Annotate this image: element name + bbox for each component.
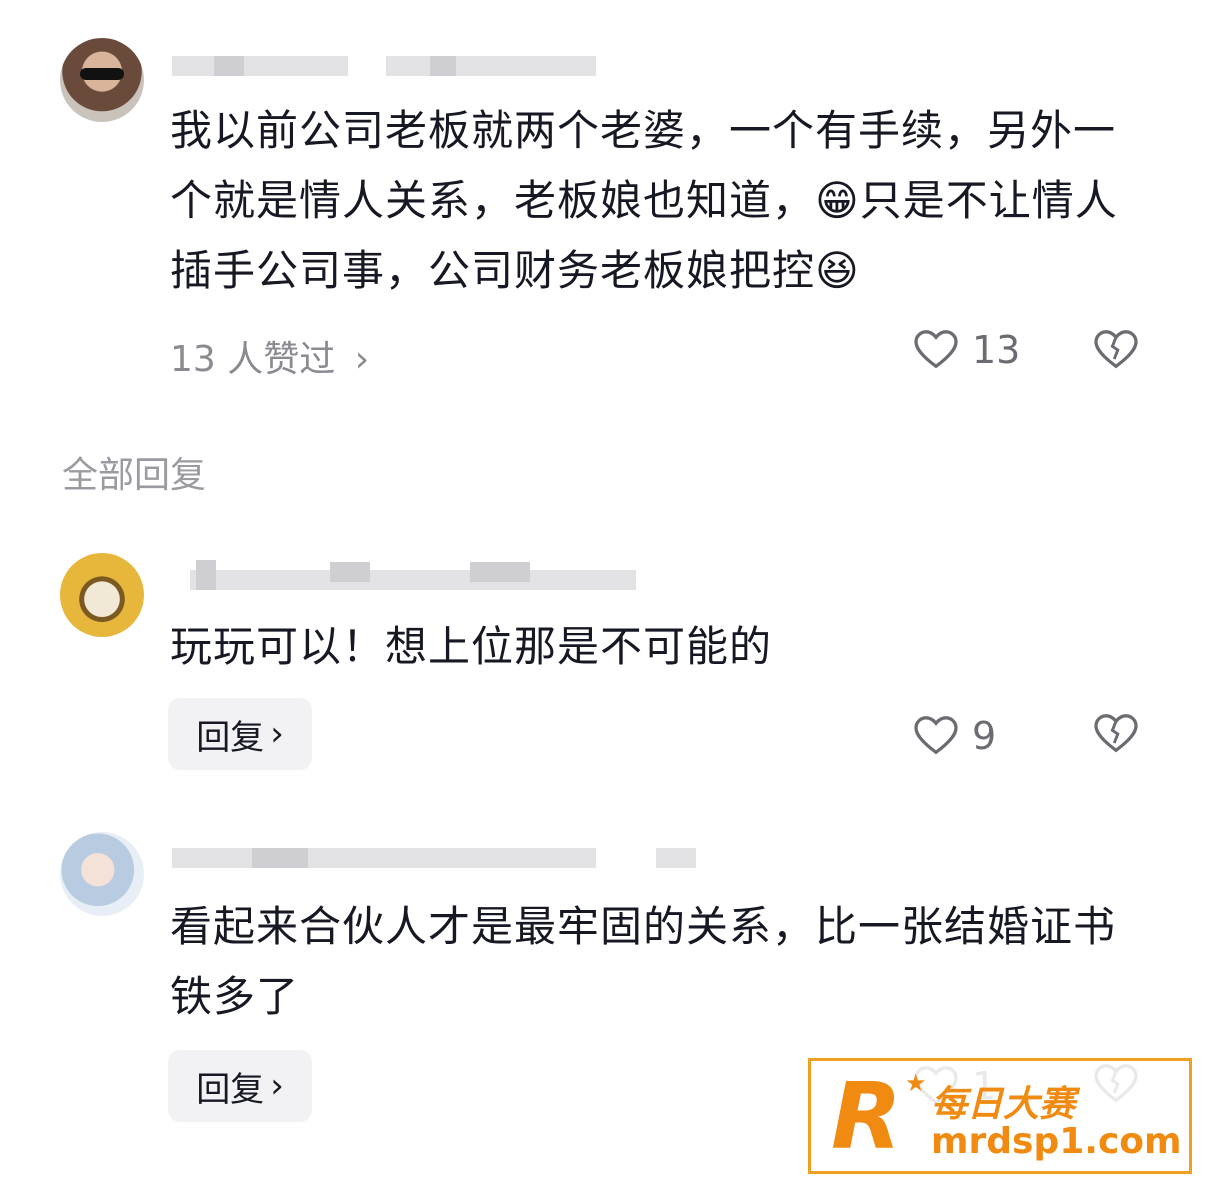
watermark-logo: R	[831, 1063, 902, 1170]
heart-icon	[914, 330, 958, 369]
reply-button[interactable]: 回复 ›	[168, 1050, 312, 1122]
like-count: 9	[972, 714, 997, 758]
section-title: 全部回复	[62, 455, 207, 496]
chevron-right-icon: ›	[354, 339, 370, 380]
chevron-right-icon: ›	[270, 1066, 284, 1106]
avatar[interactable]	[60, 553, 144, 637]
broken-heart-icon	[1094, 714, 1138, 753]
reply-label: 回复	[196, 717, 265, 758]
star-icon: ★	[905, 1069, 927, 1097]
heart-icon	[914, 716, 958, 755]
like-button[interactable]: 13	[914, 328, 1020, 372]
watermark-brand: 每日大赛	[931, 1084, 1076, 1125]
watermark-url: mrdsp1.com	[931, 1121, 1182, 1162]
like-button[interactable]: 9	[914, 714, 996, 758]
dislike-button[interactable]	[1094, 330, 1138, 374]
watermark: R ★ 每日大赛 mrdsp1.com	[808, 1058, 1192, 1174]
avatar[interactable]	[60, 38, 144, 122]
comment-text: 我以前公司老板就两个老婆，一个有手续，另外一个就是情人关系，老板娘也知道，😁只是…	[170, 106, 1118, 295]
reply-button[interactable]: 回复 ›	[168, 698, 312, 770]
avatar-sunglasses	[80, 68, 124, 80]
liked-by-link[interactable]: 13 人赞过 ›	[170, 330, 369, 382]
liked-by-label: 13 人赞过	[170, 339, 336, 380]
like-count: 13	[972, 328, 1021, 372]
comment-text: 玩玩可以！想上位那是不可能的	[170, 622, 773, 671]
dislike-button[interactable]	[1094, 714, 1138, 758]
broken-heart-icon	[1094, 330, 1138, 369]
reply-label: 回复	[196, 1069, 265, 1110]
avatar[interactable]	[60, 832, 144, 916]
chevron-right-icon: ›	[270, 714, 284, 754]
comment-text: 看起来合伙人才是最牢固的关系，比一张结婚证书铁多了	[170, 902, 1117, 1021]
